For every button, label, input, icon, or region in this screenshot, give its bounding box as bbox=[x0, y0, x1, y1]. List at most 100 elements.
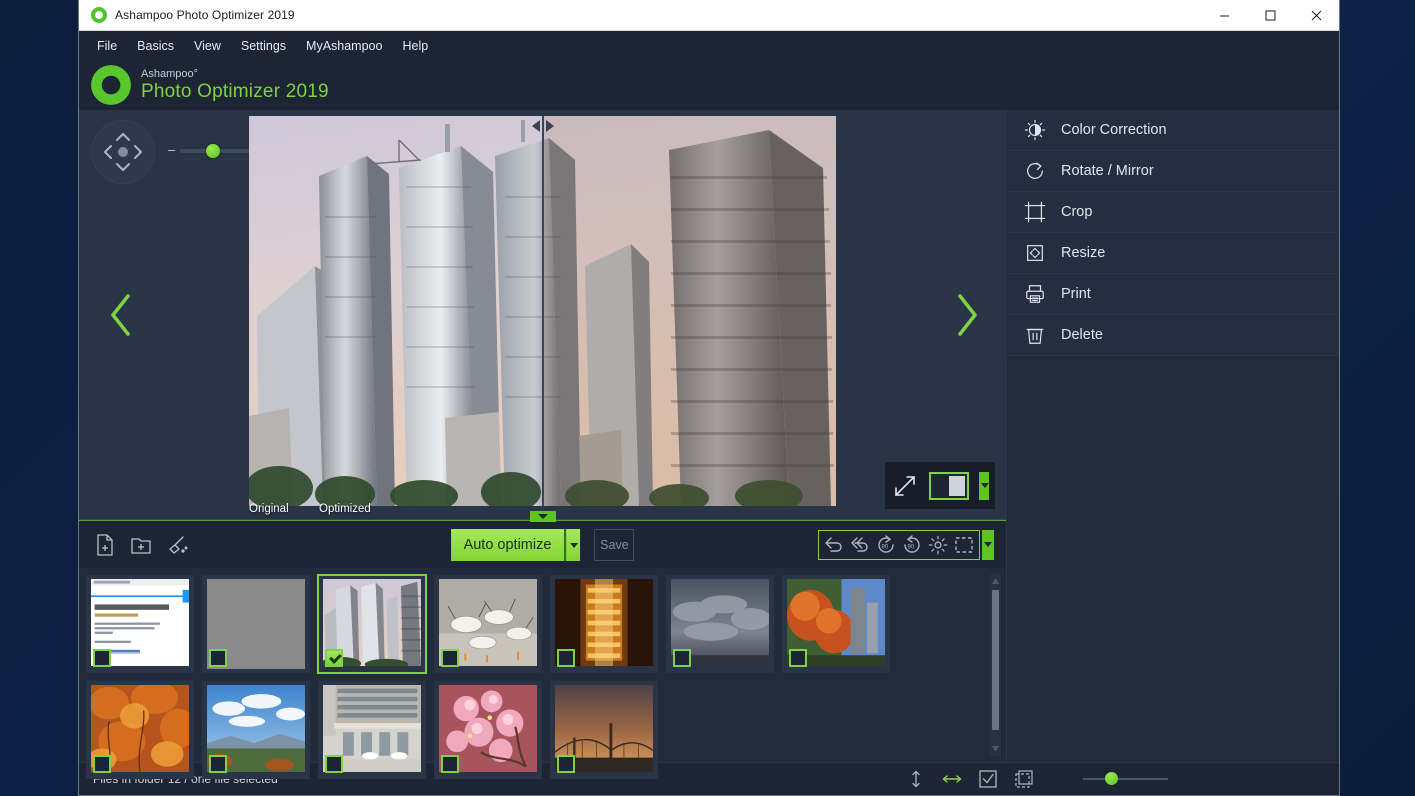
sidebar-item-print[interactable]: Print bbox=[1007, 274, 1339, 315]
thumb-modern-building[interactable] bbox=[318, 681, 426, 779]
new-file-icon[interactable] bbox=[91, 531, 119, 559]
thumb-checkbox[interactable] bbox=[209, 755, 227, 773]
compare-label-original: Original bbox=[249, 503, 289, 515]
pan-control[interactable] bbox=[92, 121, 154, 183]
rotate-mirror-icon bbox=[1023, 159, 1047, 183]
sidebar-item-label: Print bbox=[1061, 286, 1091, 302]
menubar: File Basics View Settings MyAshampoo Hel… bbox=[79, 31, 1339, 60]
scroll-down-arrow-icon[interactable] bbox=[992, 746, 999, 753]
sort-horizontal-icon[interactable] bbox=[941, 768, 963, 790]
split-view-left-half bbox=[933, 475, 949, 496]
thumb-gray-placeholder[interactable] bbox=[202, 575, 310, 673]
thumb-clouds[interactable] bbox=[666, 575, 774, 673]
auto-optimize-button[interactable]: Auto optimize bbox=[450, 528, 565, 561]
thumb-bridge-sunset[interactable] bbox=[550, 681, 658, 779]
select-all-icon[interactable] bbox=[977, 768, 999, 790]
save-button[interactable]: Save bbox=[594, 528, 635, 561]
panel-collapse-caret[interactable] bbox=[529, 511, 556, 522]
resize-icon bbox=[1023, 241, 1047, 265]
thumb-checkbox[interactable] bbox=[441, 649, 459, 667]
undo-icon[interactable] bbox=[821, 532, 847, 558]
thumb-autumn-foliage[interactable] bbox=[86, 681, 194, 779]
previous-image-button[interactable] bbox=[101, 285, 141, 345]
thumb-checkbox[interactable] bbox=[789, 649, 807, 667]
view-tools bbox=[885, 462, 995, 509]
zoom-slider-handle[interactable] bbox=[206, 144, 220, 158]
thumb-checkbox[interactable] bbox=[673, 649, 691, 667]
thumb-checkbox[interactable] bbox=[209, 649, 227, 667]
menu-basics[interactable]: Basics bbox=[127, 35, 184, 57]
toolbar-left-group bbox=[91, 531, 191, 559]
scrollbar-thumb[interactable] bbox=[992, 590, 999, 730]
brightness-contrast-icon bbox=[1023, 118, 1047, 142]
rotate-left-90-icon[interactable]: 90 bbox=[873, 532, 899, 558]
svg-text:90: 90 bbox=[882, 544, 889, 550]
preview-image[interactable] bbox=[249, 116, 836, 506]
thumb-checkbox[interactable] bbox=[93, 649, 111, 667]
thumb-checkbox[interactable] bbox=[325, 755, 343, 773]
deselect-all-icon[interactable] bbox=[1013, 768, 1035, 790]
sidebar-item-color-correction[interactable]: Color Correction bbox=[1007, 110, 1339, 151]
auto-optimize-options-caret[interactable] bbox=[564, 528, 581, 561]
thumb-skyscrapers[interactable] bbox=[317, 574, 427, 674]
thumb-document-screenshot[interactable] bbox=[86, 575, 194, 673]
menu-settings[interactable]: Settings bbox=[231, 35, 296, 57]
gear-icon[interactable] bbox=[925, 532, 951, 558]
thumbnail-size-slider[interactable] bbox=[1083, 772, 1168, 786]
brand-bar: Ashampoo° Photo Optimizer 2019 bbox=[79, 60, 1339, 110]
thumbnail-size-handle[interactable] bbox=[1105, 772, 1118, 785]
sidebar-item-label: Rotate / Mirror bbox=[1061, 163, 1154, 179]
toolbar-center-group: Auto optimize Save bbox=[450, 528, 635, 561]
view-mode-options-caret[interactable] bbox=[978, 471, 989, 500]
thumbnail-scrollbar[interactable] bbox=[990, 574, 1001, 756]
thumb-valley-sky[interactable] bbox=[202, 681, 310, 779]
sidebar-item-rotate-mirror[interactable]: Rotate / Mirror bbox=[1007, 151, 1339, 192]
fullscreen-icon[interactable] bbox=[891, 471, 919, 501]
sidebar-item-label: Delete bbox=[1061, 327, 1103, 343]
app-logo-icon bbox=[91, 7, 107, 23]
split-view-toggle[interactable] bbox=[929, 471, 969, 500]
thumb-checkbox[interactable] bbox=[441, 755, 459, 773]
thumb-night-tower[interactable] bbox=[550, 575, 658, 673]
rotate-right-90-icon[interactable]: 90 bbox=[899, 532, 925, 558]
thumb-seagulls[interactable] bbox=[434, 575, 542, 673]
scroll-up-arrow-icon[interactable] bbox=[992, 577, 999, 584]
thumb-checkbox[interactable] bbox=[93, 755, 111, 773]
split-view-right-half bbox=[948, 475, 965, 496]
toolbar-options-caret[interactable] bbox=[982, 529, 994, 560]
next-image-button[interactable] bbox=[947, 285, 987, 345]
sidebar-item-delete[interactable]: Delete bbox=[1007, 315, 1339, 356]
compare-split-handle[interactable] bbox=[528, 118, 558, 134]
compare-split-divider[interactable] bbox=[542, 116, 544, 506]
tools-sidebar: Color Correction Rotate / Mirror Crop Re… bbox=[1006, 110, 1339, 762]
menu-view[interactable]: View bbox=[184, 35, 231, 57]
main-toolbar: Auto optimize Save 90 90 bbox=[79, 511, 1006, 568]
menu-myashampoo[interactable]: MyAshampoo bbox=[296, 35, 392, 57]
sidebar-item-resize[interactable]: Resize bbox=[1007, 233, 1339, 274]
thumb-cherry-blossoms[interactable] bbox=[434, 681, 542, 779]
menu-help[interactable]: Help bbox=[392, 35, 438, 57]
close-button[interactable] bbox=[1293, 0, 1339, 31]
statusbar-tools bbox=[905, 768, 1325, 790]
printer-icon bbox=[1023, 282, 1047, 306]
broom-icon[interactable] bbox=[163, 531, 191, 559]
compare-label-optimized: Optimized bbox=[319, 503, 371, 515]
zoom-out-label: – bbox=[168, 142, 176, 157]
sidebar-item-label: Crop bbox=[1061, 204, 1093, 220]
undo-all-icon[interactable] bbox=[847, 532, 873, 558]
svg-text:90: 90 bbox=[908, 544, 915, 550]
thumbnail-panel bbox=[79, 568, 1006, 779]
thumb-autumn-trees[interactable] bbox=[782, 575, 890, 673]
thumbnail-size-track[interactable] bbox=[1083, 778, 1168, 780]
thumb-checkbox[interactable] bbox=[557, 649, 575, 667]
edit-actions-group: 90 90 bbox=[818, 529, 980, 560]
sort-vertical-icon[interactable] bbox=[905, 768, 927, 790]
new-folder-icon[interactable] bbox=[127, 531, 155, 559]
maximize-button[interactable] bbox=[1247, 0, 1293, 31]
menu-file[interactable]: File bbox=[87, 35, 127, 57]
sidebar-item-crop[interactable]: Crop bbox=[1007, 192, 1339, 233]
minimize-button[interactable] bbox=[1201, 0, 1247, 31]
thumb-checkbox[interactable] bbox=[325, 649, 343, 667]
thumb-checkbox[interactable] bbox=[557, 755, 575, 773]
crop-select-icon[interactable] bbox=[951, 532, 977, 558]
